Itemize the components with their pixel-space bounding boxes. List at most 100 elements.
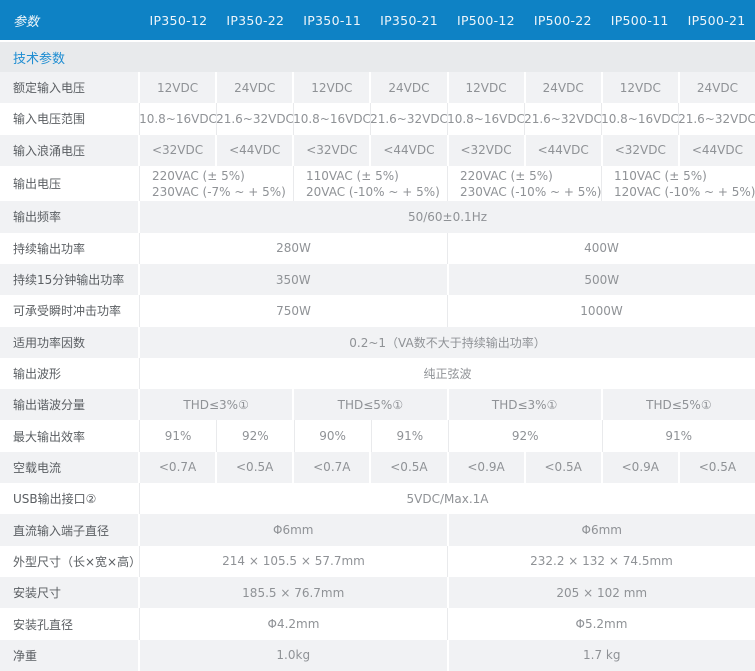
spec-value-line: 220VAC (± 5%): [152, 168, 245, 184]
table-row: 持续15分钟输出功率350W500W: [0, 264, 755, 295]
spec-value: 91%: [372, 420, 449, 451]
spec-label: 持续15分钟输出功率: [0, 264, 140, 295]
spec-value: <44VDC: [680, 135, 755, 166]
spec-value-line: 20VAC (-10% ~ + 5%): [306, 184, 440, 200]
spec-label: 额定输入电压: [0, 72, 140, 103]
table-row: 安装孔直径Φ4.2mmΦ5.2mm: [0, 608, 755, 639]
spec-value: 110VAC (± 5%)120VAC (-10% ~ + 5%): [602, 166, 755, 201]
spec-value: <0.5A: [526, 452, 603, 483]
spec-value: 24VDC: [680, 72, 755, 103]
spec-value: <0.5A: [680, 452, 755, 483]
spec-label: 输出电压: [0, 166, 140, 201]
spec-value: 12VDC: [449, 72, 526, 103]
spec-value: <44VDC: [526, 135, 603, 166]
spec-value: 24VDC: [217, 72, 294, 103]
spec-value: 280W: [140, 233, 448, 264]
spec-value: 12VDC: [140, 72, 217, 103]
spec-value-line: 110VAC (± 5%): [614, 168, 707, 184]
table-body: 额定输入电压12VDC24VDC12VDC24VDC12VDC24VDC12VD…: [0, 72, 755, 671]
model-header-ip500-22: IP500-22: [524, 13, 601, 28]
spec-label: 适用功率因数: [0, 327, 140, 358]
model-header-ip350-21: IP350-21: [371, 13, 448, 28]
spec-value: 1000W: [448, 295, 755, 326]
spec-value: <0.5A: [371, 452, 448, 483]
spec-value: 12VDC: [603, 72, 680, 103]
spec-label: 安装孔直径: [0, 608, 140, 639]
spec-value: 110VAC (± 5%)20VAC (-10% ~ + 5%): [294, 166, 448, 201]
spec-value: <32VDC: [140, 135, 217, 166]
spec-value: 50/60±0.1Hz: [140, 201, 755, 232]
spec-label: 最大输出效率: [0, 420, 140, 451]
spec-label: 净重: [0, 640, 140, 671]
table-row: USB输出接口②5VDC/Max.1A: [0, 483, 755, 514]
table-row: 输出频率50/60±0.1Hz: [0, 201, 755, 232]
spec-label: 输入电压范围: [0, 103, 140, 134]
spec-value: <0.5A: [217, 452, 294, 483]
spec-value: THD≤3%①: [140, 389, 294, 420]
spec-value: <32VDC: [449, 135, 526, 166]
table-row: 输出波形纯正弦波: [0, 358, 755, 389]
table-row: 输入浪涌电压<32VDC<44VDC<32VDC<44VDC<32VDC<44V…: [0, 135, 755, 166]
spec-value: 10.8~16VDC: [294, 103, 371, 134]
spec-label: 持续输出功率: [0, 233, 140, 264]
model-header-ip500-12: IP500-12: [448, 13, 525, 28]
spec-value: 232.2 × 132 × 74.5mm: [448, 546, 755, 577]
table-header-row: 参数 IP350-12 IP350-22 IP350-11 IP350-21 I…: [0, 0, 755, 40]
table-row: 直流输入端子直径Φ6mmΦ6mm: [0, 514, 755, 545]
model-header-ip350-11: IP350-11: [294, 13, 371, 28]
spec-value: Φ4.2mm: [140, 608, 448, 639]
spec-value: 10.8~16VDC: [448, 103, 525, 134]
spec-value: 90%: [295, 420, 372, 451]
spec-label: USB输出接口②: [0, 483, 140, 514]
spec-value: 0.2~1（VA数不大于持续输出功率）: [140, 327, 755, 358]
section-header-row: 技术参数: [0, 40, 755, 72]
table-row: 输入电压范围10.8~16VDC21.6~32VDC10.8~16VDC21.6…: [0, 103, 755, 134]
spec-value: 10.8~16VDC: [140, 103, 217, 134]
table-row: 持续输出功率280W400W: [0, 233, 755, 264]
spec-value: THD≤5%①: [294, 389, 448, 420]
spec-value: THD≤3%①: [449, 389, 603, 420]
spec-value: 1.0kg: [140, 640, 449, 671]
spec-value: Φ6mm: [140, 514, 449, 545]
spec-label: 输出谐波分量: [0, 389, 140, 420]
spec-value: 10.8~16VDC: [602, 103, 679, 134]
spec-value-line: 220VAC (± 5%): [460, 168, 553, 184]
spec-value: THD≤5%①: [603, 389, 755, 420]
spec-label: 输出频率: [0, 201, 140, 232]
spec-value: 185.5 × 76.7mm: [140, 577, 449, 608]
spec-value: 21.6~32VDC: [371, 103, 448, 134]
spec-value: 纯正弦波: [140, 358, 755, 389]
spec-value: 400W: [448, 233, 755, 264]
table-row: 额定输入电压12VDC24VDC12VDC24VDC12VDC24VDC12VD…: [0, 72, 755, 103]
spec-value: 21.6~32VDC: [679, 103, 755, 134]
table-row: 最大输出效率91%92%90%91%92%91%: [0, 420, 755, 451]
spec-value: 220VAC (± 5%)230VAC (-10% ~ + 5%): [448, 166, 602, 201]
spec-value: <0.7A: [140, 452, 217, 483]
spec-label: 可承受瞬时冲击功率: [0, 295, 140, 326]
spec-table: 参数 IP350-12 IP350-22 IP350-11 IP350-21 I…: [0, 0, 755, 671]
model-header-ip500-21: IP500-21: [678, 13, 755, 28]
table-row: 输出谐波分量THD≤3%①THD≤5%①THD≤3%①THD≤5%①: [0, 389, 755, 420]
spec-value: <0.9A: [449, 452, 526, 483]
spec-value: 1.7 kg: [449, 640, 755, 671]
table-row: 输出电压220VAC (± 5%)230VAC (-7% ~ + 5%)110V…: [0, 166, 755, 201]
spec-value: <44VDC: [371, 135, 448, 166]
spec-label: 外型尺寸（长×宽×高）: [0, 546, 140, 577]
model-header-ip350-22: IP350-22: [217, 13, 294, 28]
table-row: 可承受瞬时冲击功率750W1000W: [0, 295, 755, 326]
table-row: 外型尺寸（长×宽×高）214 × 105.5 × 57.7mm232.2 × 1…: [0, 546, 755, 577]
spec-value: 21.6~32VDC: [217, 103, 294, 134]
spec-value: <0.7A: [294, 452, 371, 483]
spec-label: 空载电流: [0, 452, 140, 483]
spec-value: Φ6mm: [449, 514, 755, 545]
spec-value: 350W: [140, 264, 449, 295]
spec-value: 21.6~32VDC: [525, 103, 602, 134]
spec-value: 24VDC: [371, 72, 448, 103]
spec-value: 220VAC (± 5%)230VAC (-7% ~ + 5%): [140, 166, 294, 201]
spec-value: 750W: [140, 295, 448, 326]
section-title: 技术参数: [13, 48, 65, 67]
spec-value: <32VDC: [603, 135, 680, 166]
spec-value: 92%: [217, 420, 294, 451]
spec-value-line: 230VAC (-7% ~ + 5%): [152, 184, 286, 200]
spec-label: 输出波形: [0, 358, 140, 389]
